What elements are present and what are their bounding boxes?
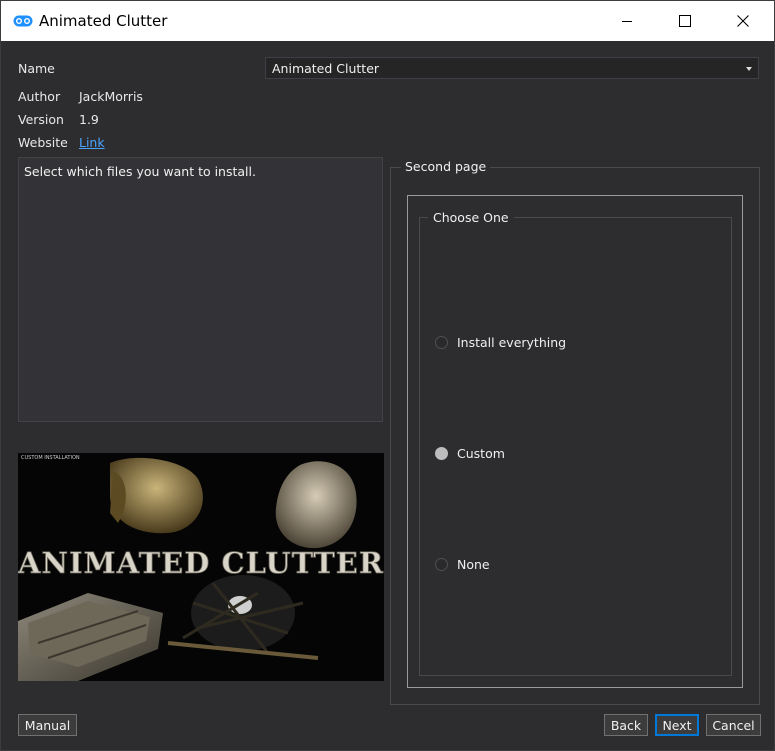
version-label: Version [18,112,64,127]
preview-image: ANIMATED CLUTTER CUSTOM INSTALLATION [18,453,384,681]
name-dropdown[interactable]: Animated Clutter [265,57,759,79]
option-label: None [457,556,490,572]
back-button[interactable]: Back [604,714,648,736]
window-title: Animated Clutter [39,12,168,30]
installer-window: Animated Clutter Name Animated Clutter A… [0,0,775,751]
manual-button[interactable]: Manual [18,714,77,736]
preview-logo-text: ANIMATED CLUTTER [18,546,384,580]
description-box[interactable]: Select which files you want to install. [18,157,383,422]
page-title: Second page [401,159,491,174]
radio-button[interactable] [435,335,448,349]
maximize-icon [679,15,691,27]
option-none[interactable]: None [435,555,490,573]
name-label: Name [18,61,55,76]
option-custom[interactable]: Custom [435,444,505,462]
radio-button-selected[interactable] [435,446,448,460]
option-label: Custom [457,445,505,461]
choose-one-title: Choose One [428,210,514,225]
app-logo-icon [13,15,33,27]
website-link[interactable]: Link [79,135,105,150]
version-value: 1.9 [79,112,99,127]
description-text: Select which files you want to install. [24,164,256,179]
author-label: Author [18,89,61,104]
preview-caption: CUSTOM INSTALLATION [21,455,80,461]
dropdown-arrow-icon [746,67,752,71]
option-label: Install everything [457,334,567,350]
title-bar[interactable]: Animated Clutter [1,1,774,41]
option-install-everything[interactable]: Install everything [435,333,566,351]
name-dropdown-value: Animated Clutter [272,61,380,76]
radio-button[interactable] [435,557,448,571]
minimize-icon [622,21,632,22]
close-button[interactable] [714,1,772,41]
close-icon [737,15,749,27]
maximize-button[interactable] [656,1,714,41]
author-value: JackMorris [79,89,143,104]
preview-artwork: ANIMATED CLUTTER [18,457,384,681]
next-button[interactable]: Next [655,714,699,736]
cancel-button[interactable]: Cancel [706,714,761,736]
website-label: Website [18,135,68,150]
minimize-button[interactable] [598,1,656,41]
